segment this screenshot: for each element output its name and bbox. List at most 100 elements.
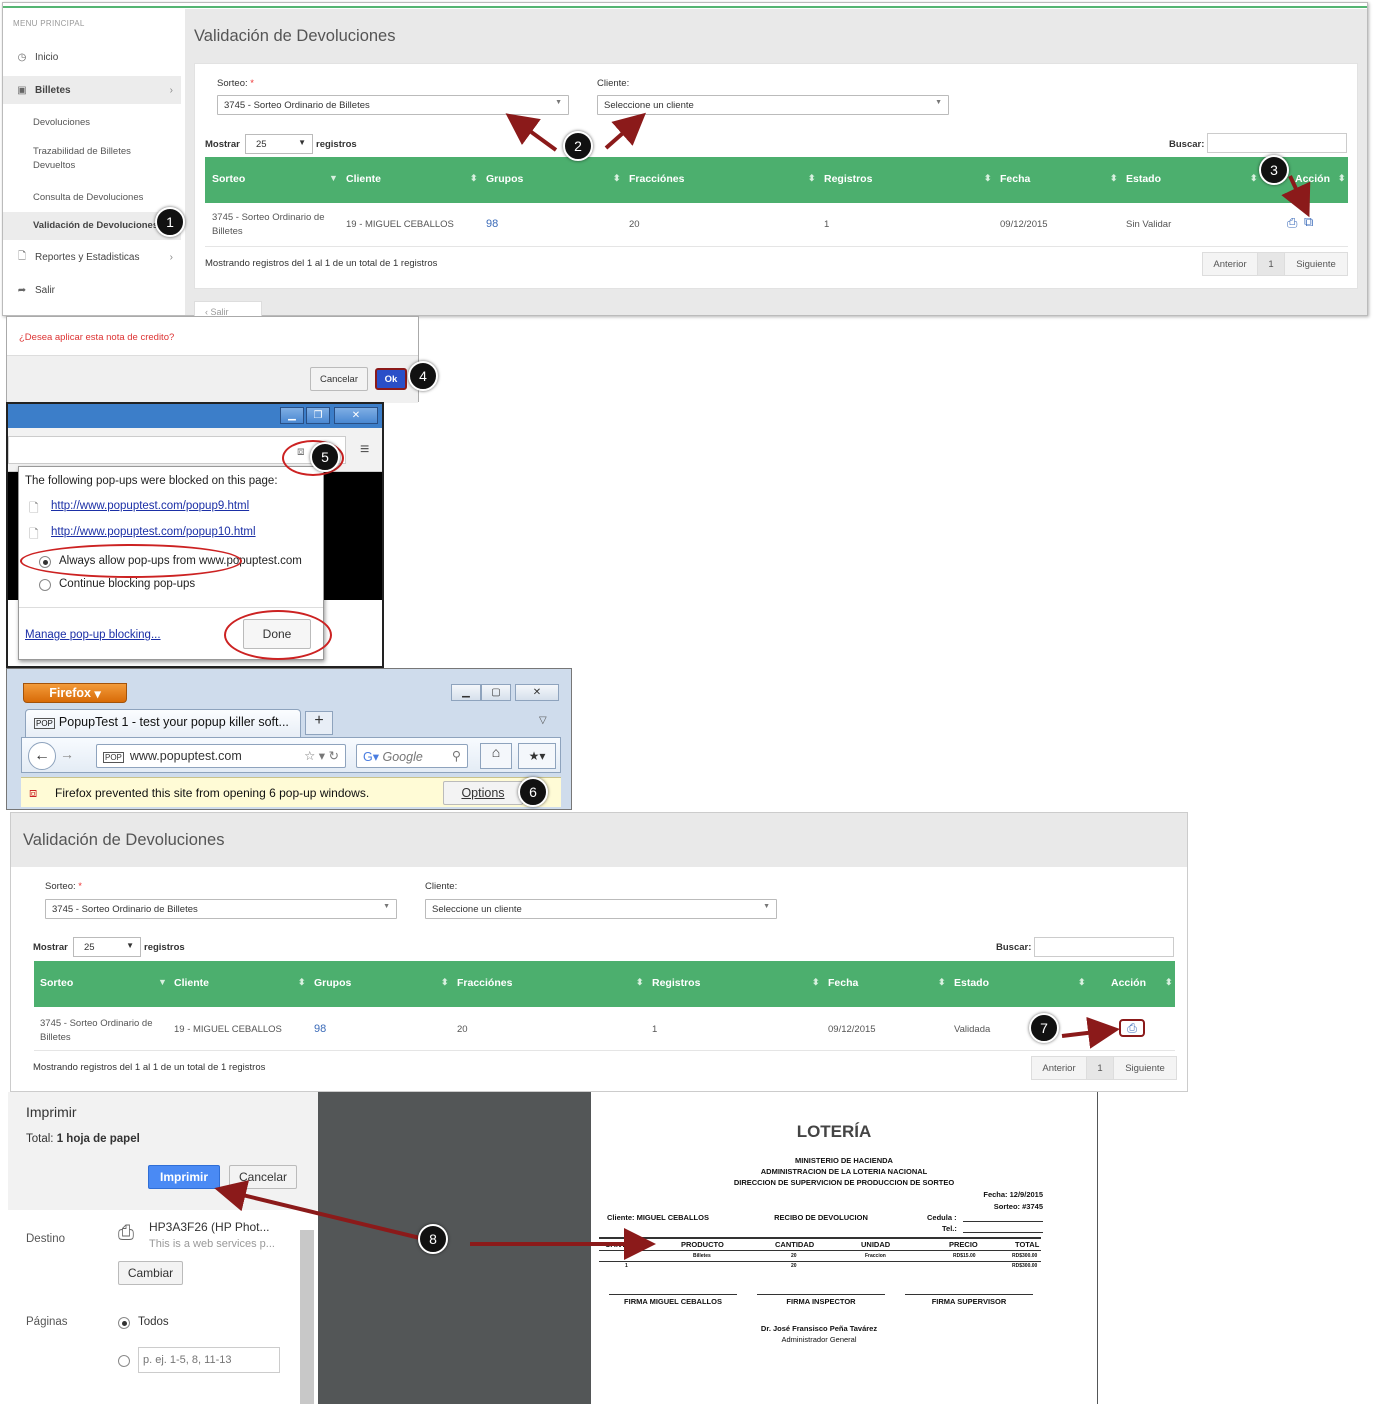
options-button[interactable]: Options [443, 781, 523, 805]
browser-tab[interactable]: POP PopupTest 1 - test your popup killer … [25, 709, 301, 737]
search-input[interactable] [1207, 133, 1347, 153]
col-grupos[interactable]: Grupos [314, 977, 351, 989]
col-estado[interactable]: Estado [1126, 173, 1161, 185]
ok-button[interactable]: Ok [375, 368, 407, 390]
bookmark-star-icon[interactable]: ☆ ▾ ↻ [304, 748, 339, 763]
forward-icon[interactable]: → [60, 746, 74, 762]
table-header-line [599, 1250, 1041, 1251]
signature-label: FIRMA SUPERVISOR [931, 1297, 1007, 1306]
col-cliente[interactable]: Cliente [174, 977, 209, 989]
col-accion[interactable]: Acción [1111, 977, 1146, 989]
print-icon[interactable]: ⎙ [1287, 215, 1297, 231]
all-pages-radio[interactable] [118, 1317, 130, 1329]
search-input[interactable] [1034, 937, 1174, 957]
close-button[interactable]: ✕ [515, 684, 559, 701]
range-radio[interactable] [118, 1355, 130, 1367]
col-cliente[interactable]: Cliente [346, 173, 381, 185]
page-1-button[interactable]: 1 [1086, 1056, 1114, 1080]
new-tab-button[interactable]: + [305, 711, 333, 735]
sorteo-select[interactable]: 3745 - Sorteo Ordinario de Billetes ▼ [217, 95, 569, 115]
step-badge: 2 [563, 131, 593, 161]
col-fracciones[interactable]: Fracciónes [629, 173, 684, 185]
sidebar-item-salir[interactable]: ➦ Salir [3, 277, 181, 303]
manage-popup-link[interactable]: Manage pop-up blocking... [25, 629, 161, 641]
receipt-date: Fecha: 12/9/2015 [983, 1190, 1043, 1199]
sidebar-subitem-validacion[interactable]: Validación de Devoluciones [3, 212, 181, 240]
col-sorteo[interactable]: Sorteo [212, 173, 245, 185]
col-fecha[interactable]: Fecha [1000, 173, 1030, 185]
table-header: Sorteo ▼ Cliente ⬍ Grupos ⬍ Fracciónes ⬍ Reg… [34, 961, 1175, 1007]
sort-icon: ⬍ [984, 173, 992, 183]
print-icon[interactable]: ⎙ [1119, 1019, 1145, 1037]
cell-cliente: 19 - MIGUEL CEBALLOS [346, 219, 454, 230]
search-icon[interactable]: ⚲ [452, 748, 461, 763]
col-registros[interactable]: Registros [652, 977, 700, 989]
print-button[interactable]: Imprimir [148, 1165, 220, 1189]
url-bar[interactable]: POP www.popuptest.com ☆ ▾ ↻ [96, 744, 346, 768]
col-fecha[interactable]: Fecha [828, 977, 858, 989]
home-icon[interactable]: ⌂ [480, 743, 512, 769]
cell-grupos[interactable]: 98 [314, 1023, 326, 1035]
cliente-select[interactable]: Seleccione un cliente ▼ [597, 95, 949, 115]
filter-card: Sorteo: * 3745 - Sorteo Ordinario de Bil… [194, 63, 1358, 289]
sort-icon: ⬍ [1250, 173, 1258, 183]
cell-fracciones: 20 [457, 1024, 468, 1035]
minimize-button[interactable]: ▁ [280, 407, 304, 424]
col-grupos[interactable]: Grupos [486, 173, 523, 185]
cell-grupos[interactable]: 98 [486, 218, 498, 230]
sort-icon: ⬍ [938, 977, 946, 987]
close-button[interactable]: ✕ [334, 407, 378, 424]
block-radio[interactable] [39, 579, 51, 591]
cancel-button[interactable]: Cancelar [310, 367, 368, 391]
page-range-input[interactable] [138, 1347, 280, 1373]
highlight-ring [20, 544, 242, 578]
prev-page-button[interactable]: Anterior [1031, 1056, 1087, 1080]
search-bar[interactable]: G▾ Google ⚲ [356, 744, 468, 768]
bookmarks-icon[interactable]: ★▾ [518, 743, 556, 769]
col-fracciones[interactable]: Fracciónes [457, 977, 512, 989]
sidebar-subitem-devoluciones[interactable]: Devoluciones [33, 116, 173, 130]
scrollbar[interactable] [300, 1230, 314, 1404]
sidebar-subitem-trazabilidad[interactable]: Trazabilidad de Billetes Devueltos [33, 145, 173, 173]
table-info: Mostrando registros del 1 al 1 de un tot… [205, 258, 438, 269]
col-sorteo[interactable]: Sorteo [40, 977, 73, 989]
tab-list-icon[interactable]: ▽ [539, 715, 547, 726]
page-length-select[interactable]: 25 ▼ [73, 937, 141, 957]
menu-icon[interactable]: ≡ [360, 441, 369, 459]
block-option-label: Continue blocking pop-ups [59, 578, 196, 590]
cancel-print-button[interactable]: Cancelar [229, 1165, 297, 1189]
sidebar-item-reportes[interactable]: 🗋 Reportes y Estadisticas › [3, 244, 181, 270]
table-row: 3745 - Sorteo Ordinario de Billetes 19 -… [205, 203, 1348, 247]
col-registros[interactable]: Registros [824, 173, 872, 185]
printer-name: HP3A3F26 (HP Phot... [149, 1220, 270, 1234]
dropdown-arrow-icon: ▼ [126, 941, 134, 950]
next-page-button[interactable]: Siguiente [1113, 1056, 1177, 1080]
show-label: Mostrar [205, 139, 240, 150]
popup-notification-bar: ⧈ Firefox prevented this site from openi… [21, 777, 561, 807]
popup-link-2[interactable]: http://www.popuptest.com/popup10.html [51, 526, 256, 538]
sidebar-item-billetes[interactable]: ▣ Billetes › [3, 76, 181, 104]
sidebar-subitem-consulta[interactable]: Consulta de Devoluciones [33, 191, 173, 205]
minimize-button[interactable]: ▁ [451, 684, 481, 701]
validation-screen-after: Validación de Devoluciones Sorteo: * 374… [10, 812, 1188, 1092]
cliente-select[interactable]: Seleccione un cliente ▼ [425, 899, 777, 919]
page-1-button[interactable]: 1 [1257, 252, 1285, 276]
col-accion[interactable]: Acción [1295, 173, 1330, 185]
firefox-menu-button[interactable]: Firefox ▾ [23, 683, 127, 703]
page-title: Validación de Devoluciones [194, 27, 396, 45]
dropdown-arrow-icon: ▼ [383, 903, 390, 910]
next-page-button[interactable]: Siguiente [1284, 252, 1348, 276]
change-printer-button[interactable]: Cambiar [118, 1261, 183, 1285]
restore-button[interactable]: ▢ [481, 684, 511, 701]
back-icon[interactable]: ← [28, 742, 56, 770]
step-badge: 8 [418, 1224, 448, 1254]
col-estado[interactable]: Estado [954, 977, 989, 989]
popup-link-1[interactable]: http://www.popuptest.com/popup9.html [51, 500, 249, 512]
page-length-select[interactable]: 25 ▼ [245, 134, 313, 154]
prev-page-button[interactable]: Anterior [1202, 252, 1258, 276]
edit-icon[interactable]: ⧉ [1304, 214, 1313, 230]
sorteo-select[interactable]: 3745 - Sorteo Ordinario de Billetes ▼ [45, 899, 397, 919]
cell-sorteo: 3745 - Sorteo Ordinario de Billetes [40, 1018, 153, 1043]
sidebar-item-inicio[interactable]: ◷ Inicio [3, 44, 181, 70]
restore-button[interactable]: ❐ [306, 407, 330, 424]
